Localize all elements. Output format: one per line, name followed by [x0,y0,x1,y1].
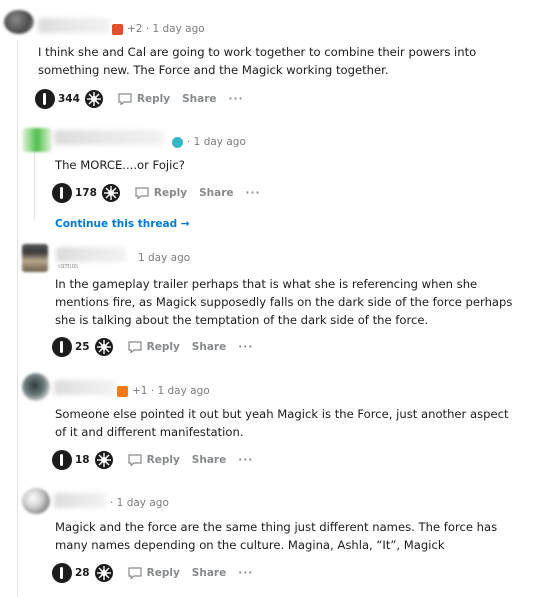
thread-line [17,40,18,597]
share-button[interactable]: Share [199,187,233,199]
jedi-award-icon[interactable] [52,337,72,357]
meta-text: +2 · 1 day ago [127,23,205,35]
username-fragment: ιαπιαι [58,262,79,270]
comment-meta: +2 · 1 day ago [112,23,205,35]
comment-body: Magick and the force are the same thing … [55,520,498,552]
comment-icon [128,341,142,353]
share-button[interactable]: Share [192,454,226,466]
comment-actions: 178 Reply Share ··· [52,182,261,204]
share-button[interactable]: Share [192,341,226,353]
flair-icon [117,385,128,397]
username-blurred[interactable] [54,380,116,395]
more-options-button[interactable]: ··· [238,567,253,579]
reply-button[interactable]: Reply [135,187,187,199]
jedi-award-icon[interactable] [35,89,55,109]
comment-icon [135,187,149,199]
vote-count: 25 [75,341,90,353]
sith-award-icon[interactable] [94,563,114,583]
comment-meta: 1 day ago [138,252,190,264]
comment-body: Someone else pointed it out but yeah Mag… [55,407,509,439]
reply-label: Reply [146,567,180,579]
reply-label: Reply [136,93,171,105]
flair-icon [112,23,123,35]
username-blurred[interactable] [56,247,126,262]
comment-icon [118,93,132,105]
meta-text: · 1 day ago [187,136,246,148]
jedi-award-icon[interactable] [52,183,72,203]
sith-award-icon[interactable] [94,337,114,357]
comment-actions: 344 Reply Share ··· [35,88,244,110]
comment-body: I think she and Cal are going to work to… [38,45,477,77]
thread-line [34,150,35,220]
comment-icon [128,567,142,579]
comment-actions: 18 Reply Share ··· [52,449,253,471]
more-options-button[interactable]: ··· [246,187,261,199]
username-blurred[interactable] [54,493,106,508]
vote-count: 28 [75,567,90,579]
share-button[interactable]: Share [182,93,216,105]
username-blurred[interactable] [54,130,164,145]
meta-text: 1 day ago [138,252,191,264]
flair-icon [172,136,183,148]
vote-count: 344 [58,93,80,105]
avatar[interactable] [22,488,50,514]
avatar[interactable] [4,10,34,34]
reply-button[interactable]: Reply [128,454,180,466]
more-options-button[interactable]: ··· [238,341,253,353]
comment-body: The MORCE....or Fojic? [55,158,185,172]
reply-button[interactable]: Reply [118,93,170,105]
more-options-button[interactable]: ··· [229,93,244,105]
comment-actions: 25 Reply Share ··· [52,336,253,358]
reply-label: Reply [153,187,188,199]
continue-thread-link[interactable]: Continue this thread → [55,218,190,230]
vote-count: 18 [75,454,90,466]
meta-text: · 1 day ago [110,497,169,509]
sith-award-icon[interactable] [94,450,114,470]
avatar[interactable] [22,128,52,152]
sith-award-icon[interactable] [84,89,104,109]
comment-body: In the gameplay trailer perhaps that is … [55,277,513,327]
jedi-award-icon[interactable] [52,563,72,583]
jedi-award-icon[interactable] [52,450,72,470]
sith-award-icon[interactable] [101,183,121,203]
reply-label: Reply [146,341,180,353]
username-blurred[interactable] [38,18,110,33]
comment-meta: +1 · 1 day ago [117,385,210,397]
comment-meta: · 1 day ago [110,497,169,509]
reply-label: Reply [146,454,180,466]
meta-text: +1 · 1 day ago [132,385,210,397]
vote-count: 178 [75,187,97,199]
reply-button[interactable]: Reply [128,567,180,579]
comment-icon [128,454,142,466]
avatar[interactable] [22,244,48,272]
share-button[interactable]: Share [192,567,226,579]
more-options-button[interactable]: ··· [238,454,253,466]
comment-actions: 28 Reply Share ··· [52,562,253,584]
avatar[interactable] [22,373,50,401]
comment-meta: · 1 day ago [172,136,246,148]
reply-button[interactable]: Reply [128,341,180,353]
